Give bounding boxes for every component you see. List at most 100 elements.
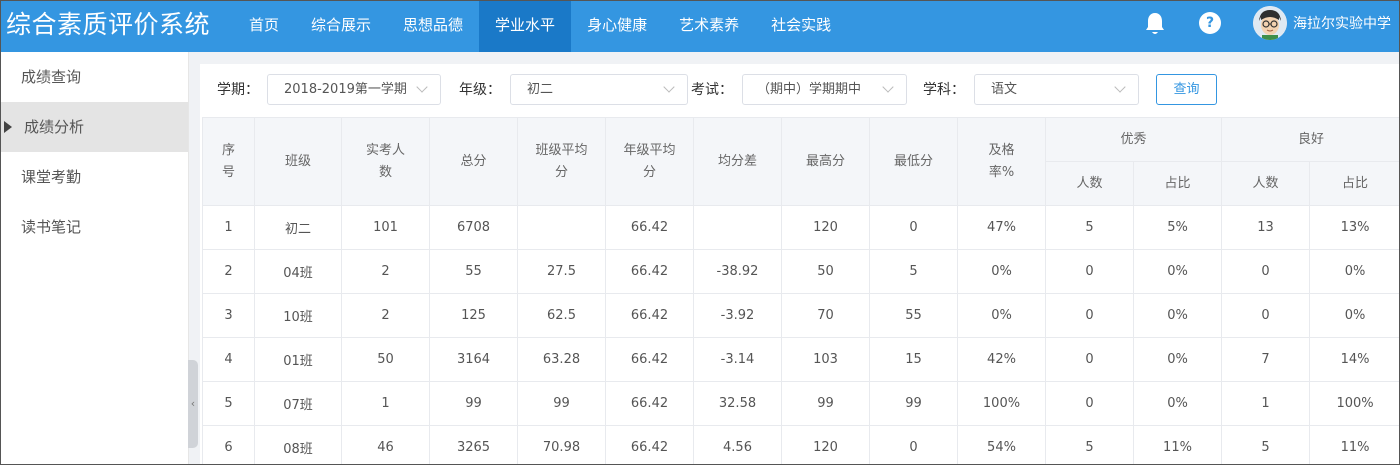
cell-max: 120 (781, 425, 870, 465)
cell-excellent-count: 0 (1045, 337, 1134, 382)
table-row: 5 07班 1 99 99 66.42 32.58 99 99 100% 0 0% 1 100% (202, 381, 1400, 426)
cell-avg-diff (693, 205, 782, 250)
cell-examinees: 1 (341, 381, 430, 426)
cell-grade-avg: 66.42 (605, 381, 694, 426)
col-good-header: 良好 (1221, 117, 1400, 162)
cell-class: 01班 (254, 337, 342, 382)
cell-pass-rate: 0% (957, 293, 1046, 338)
cell-index: 1 (202, 205, 255, 250)
cell-excellent-ratio: 11% (1132, 425, 1223, 465)
sidebar-item-attendance[interactable]: 课堂考勤 (0, 152, 188, 202)
cell-good-count: 7 (1221, 337, 1311, 382)
nav-academics[interactable]: 学业水平 (479, 0, 572, 52)
cell-min: 99 (869, 381, 958, 426)
sidebar: 成绩查询 成绩分析 课堂考勤 读书笔记 (0, 52, 189, 465)
cell-index: 5 (202, 381, 255, 426)
cell-grade-avg: 66.42 (605, 249, 694, 294)
cell-examinees: 46 (341, 425, 430, 465)
subject-select[interactable]: 语文 (974, 74, 1139, 105)
nav-social-practice[interactable]: 社会实践 (755, 0, 847, 52)
cell-examinees: 2 (341, 293, 430, 338)
cell-min: 0 (869, 205, 958, 250)
cell-good-ratio: 13% (1309, 205, 1400, 250)
nav-morality[interactable]: 思想品德 (387, 0, 479, 52)
term-select[interactable]: 2018-2019第一学期 (267, 74, 441, 105)
cell-class-avg: 99 (517, 381, 606, 426)
cell-pass-rate: 42% (957, 337, 1046, 382)
cell-min: 15 (869, 337, 958, 382)
main-nav: 首页 综合展示 思想品德 学业水平 身心健康 艺术素养 社会实践 (233, 0, 847, 52)
cell-class: 07班 (254, 381, 342, 426)
sidebar-item-reading-notes[interactable]: 读书笔记 (0, 202, 188, 252)
cell-excellent-ratio: 0% (1132, 249, 1223, 294)
avatar-face-icon (1253, 6, 1287, 40)
cell-good-count: 0 (1221, 249, 1311, 294)
sidebar-item-score-analysis[interactable]: 成绩分析 (0, 102, 188, 152)
cell-examinees: 50 (341, 337, 430, 382)
nav-overview[interactable]: 综合展示 (295, 0, 387, 52)
table-row: 2 04班 2 55 27.5 66.42 -38.92 50 5 0% 0 0% 0 0% (202, 249, 1400, 294)
sidebar-item-score-query[interactable]: 成绩查询 (0, 52, 188, 102)
user-school-name[interactable]: 海拉尔实验中学 (1293, 14, 1391, 34)
cell-total: 125 (429, 293, 518, 338)
nav-arts[interactable]: 艺术素养 (663, 0, 755, 52)
cell-examinees: 101 (341, 205, 430, 250)
cell-avg-diff: 32.58 (693, 381, 782, 426)
query-button[interactable]: 查询 (1156, 74, 1217, 105)
chevron-down-icon (1114, 81, 1126, 93)
cell-class-avg: 62.5 (517, 293, 606, 338)
col-excellent-ratio-header: 占比 (1132, 161, 1223, 206)
grade-select-value: 初二 (527, 82, 554, 97)
score-analysis-table: 序号 班级 实考人数 总分 班级平均分 年级平均分 均分差 最高分 最低分 及格… (202, 117, 1400, 465)
cell-avg-diff: -38.92 (693, 249, 782, 294)
col-pass-rate-header: 及格率% (957, 117, 1046, 206)
col-index-header: 序号 (202, 117, 255, 206)
nav-health[interactable]: 身心健康 (571, 0, 663, 52)
cell-excellent-ratio: 0% (1132, 293, 1223, 338)
cell-excellent-ratio: 0% (1132, 337, 1223, 382)
avatar[interactable] (1253, 6, 1287, 40)
cell-total: 99 (429, 381, 518, 426)
table-row: 1 初二 101 6708 66.42 120 0 47% 5 5% 13 13% (202, 205, 1400, 250)
cell-good-ratio: 11% (1309, 425, 1400, 465)
cell-total: 3164 (429, 337, 518, 382)
cell-excellent-count: 0 (1045, 293, 1134, 338)
cell-total: 55 (429, 249, 518, 294)
cell-class: 04班 (254, 249, 342, 294)
cell-class-avg: 70.98 (517, 425, 606, 465)
cell-avg-diff: -3.92 (693, 293, 782, 338)
cell-avg-diff: -3.14 (693, 337, 782, 382)
col-good-ratio-header: 占比 (1309, 161, 1400, 206)
bell-icon[interactable] (1143, 11, 1167, 37)
cell-total: 3265 (429, 425, 518, 465)
cell-pass-rate: 47% (957, 205, 1046, 250)
cell-pass-rate: 54% (957, 425, 1046, 465)
col-min-header: 最低分 (869, 117, 958, 206)
cell-good-ratio: 14% (1309, 337, 1400, 382)
cell-max: 99 (781, 381, 870, 426)
help-icon[interactable]: ? (1199, 12, 1221, 34)
cell-class: 08班 (254, 425, 342, 465)
cell-max: 120 (781, 205, 870, 250)
cell-good-ratio: 100% (1309, 381, 1400, 426)
chevron-down-icon (416, 81, 428, 93)
col-excellent-count-header: 人数 (1045, 161, 1134, 206)
cell-class-avg: 63.28 (517, 337, 606, 382)
sidebar-collapse-handle[interactable]: ‹ (188, 360, 198, 448)
cell-pass-rate: 100% (957, 381, 1046, 426)
cell-max: 70 (781, 293, 870, 338)
col-avg-diff-header: 均分差 (693, 117, 782, 206)
table-row: 6 08班 46 3265 70.98 66.42 4.56 120 0 54% 5 11% 5 11% (202, 425, 1400, 465)
chevron-down-icon (663, 81, 675, 93)
cell-min: 0 (869, 425, 958, 465)
cell-min: 55 (869, 293, 958, 338)
exam-select[interactable]: （期中）学期期中 (742, 74, 907, 105)
cell-grade-avg: 66.42 (605, 425, 694, 465)
cell-class-avg (517, 205, 606, 250)
cell-max: 103 (781, 337, 870, 382)
cell-excellent-ratio: 5% (1132, 205, 1223, 250)
grade-select[interactable]: 初二 (510, 74, 688, 105)
cell-grade-avg: 66.42 (605, 205, 694, 250)
col-total-header: 总分 (429, 117, 518, 206)
nav-home[interactable]: 首页 (233, 0, 295, 52)
